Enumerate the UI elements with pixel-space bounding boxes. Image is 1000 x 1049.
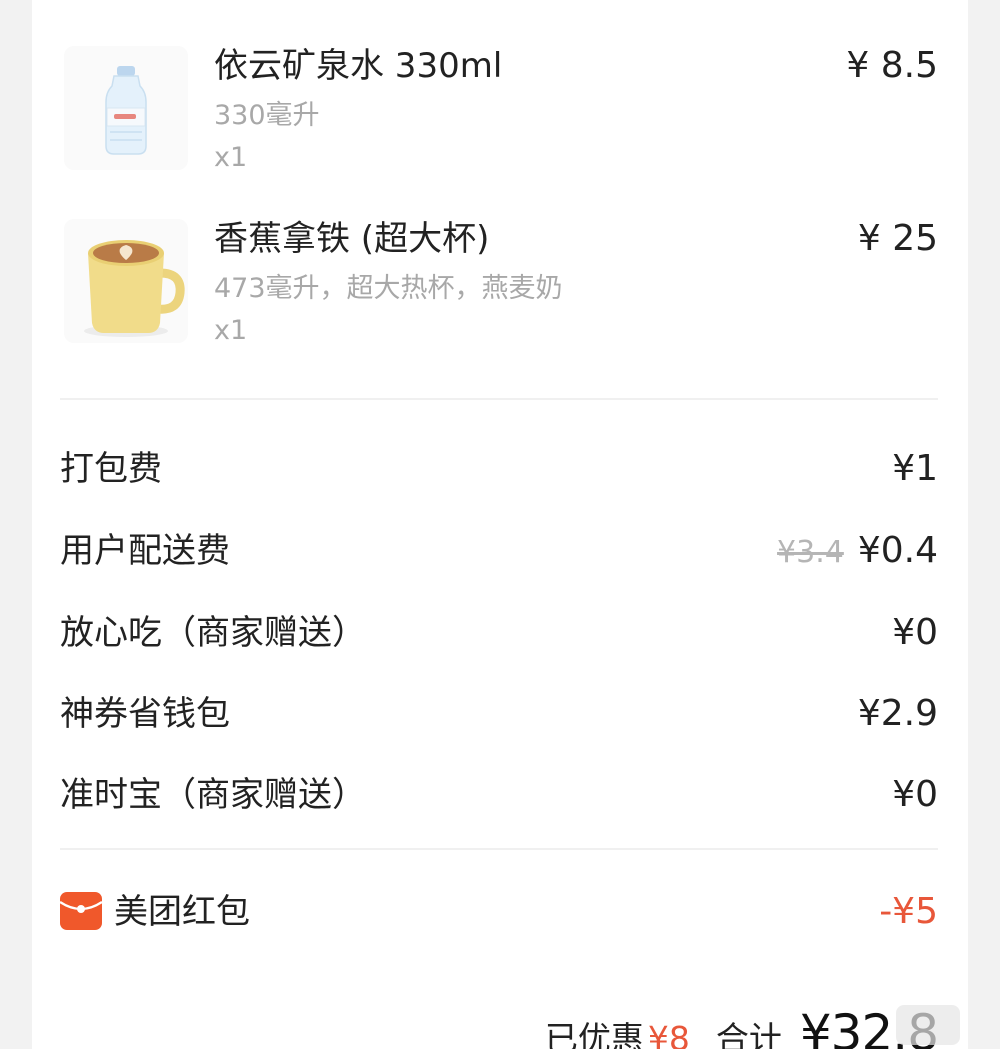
fee-row-on-time[interactable]: 准时宝（商家赠送） ¥0 xyxy=(60,770,938,820)
item-spec: 330毫升 xyxy=(214,100,320,131)
fee-value-group: ¥3.4 ¥0.4 xyxy=(777,526,938,578)
item-price: ¥ 8.5 xyxy=(846,45,938,86)
red-packet-row[interactable]: 美团红包 -¥5 xyxy=(59,886,938,938)
divider xyxy=(60,848,938,850)
order-detail-content: 依云矿泉水 330ml 330毫升 x1 ¥ 8.5 香蕉拿铁 (超大杯) 47… xyxy=(59,0,939,1049)
saved-value: ¥8 xyxy=(647,1019,690,1049)
item-name: 依云矿泉水 330ml xyxy=(214,46,503,86)
divider xyxy=(60,398,938,400)
fee-value: ¥0.4 xyxy=(857,530,938,571)
fee-label: 打包费 xyxy=(60,449,162,489)
fee-label: 神券省钱包 xyxy=(60,694,230,734)
item-quantity: x1 xyxy=(214,315,248,346)
order-item[interactable]: 香蕉拿铁 (超大杯) 473毫升，超大热杯，燕麦奶 x1 ¥ 25 xyxy=(60,218,938,359)
order-detail-card: 依云矿泉水 330ml 330毫升 x1 ¥ 8.5 香蕉拿铁 (超大杯) 47… xyxy=(32,0,968,1049)
red-packet-value: -¥5 xyxy=(879,891,938,932)
red-packet-label: 美团红包 xyxy=(114,892,250,932)
fee-label: 放心吃（商家赠送） xyxy=(60,613,366,653)
red-packet-icon xyxy=(59,892,103,930)
order-item[interactable]: 依云矿泉水 330ml 330毫升 x1 ¥ 8.5 xyxy=(60,45,938,186)
item-quantity: x1 xyxy=(214,142,248,173)
saved-label: 已优惠 xyxy=(544,1019,644,1049)
fee-value: ¥0 xyxy=(892,612,938,653)
item-image xyxy=(64,46,188,170)
watermark-badge xyxy=(896,1005,960,1045)
fee-value: ¥0 xyxy=(892,774,938,815)
item-price: ¥ 25 xyxy=(857,218,938,259)
item-name: 香蕉拿铁 (超大杯) xyxy=(214,219,490,259)
water-bottle-icon xyxy=(64,46,188,170)
fee-label: 准时宝（商家赠送） xyxy=(60,775,366,815)
fee-row-coupon-wallet[interactable]: 神券省钱包 ¥2.9 xyxy=(60,689,938,739)
fee-label: 用户配送费 xyxy=(60,531,230,571)
order-total-bar: 已优惠 ¥8 合计 ¥32.8 xyxy=(544,1004,939,1049)
original-delivery-fee: ¥3.4 xyxy=(777,535,844,570)
total-label: 合计 xyxy=(715,1019,782,1049)
fee-value: ¥1 xyxy=(892,448,938,489)
fee-row-delivery[interactable]: 用户配送费 ¥3.4 ¥0.4 xyxy=(60,526,938,576)
fee-value: ¥2.9 xyxy=(857,693,938,734)
latte-cup-icon xyxy=(64,219,188,343)
fee-row-packing: 打包费 ¥1 xyxy=(60,444,938,494)
fee-row-safe-eat[interactable]: 放心吃（商家赠送） ¥0 xyxy=(60,608,938,658)
item-image xyxy=(64,219,188,343)
item-spec: 473毫升，超大热杯，燕麦奶 xyxy=(214,273,563,304)
